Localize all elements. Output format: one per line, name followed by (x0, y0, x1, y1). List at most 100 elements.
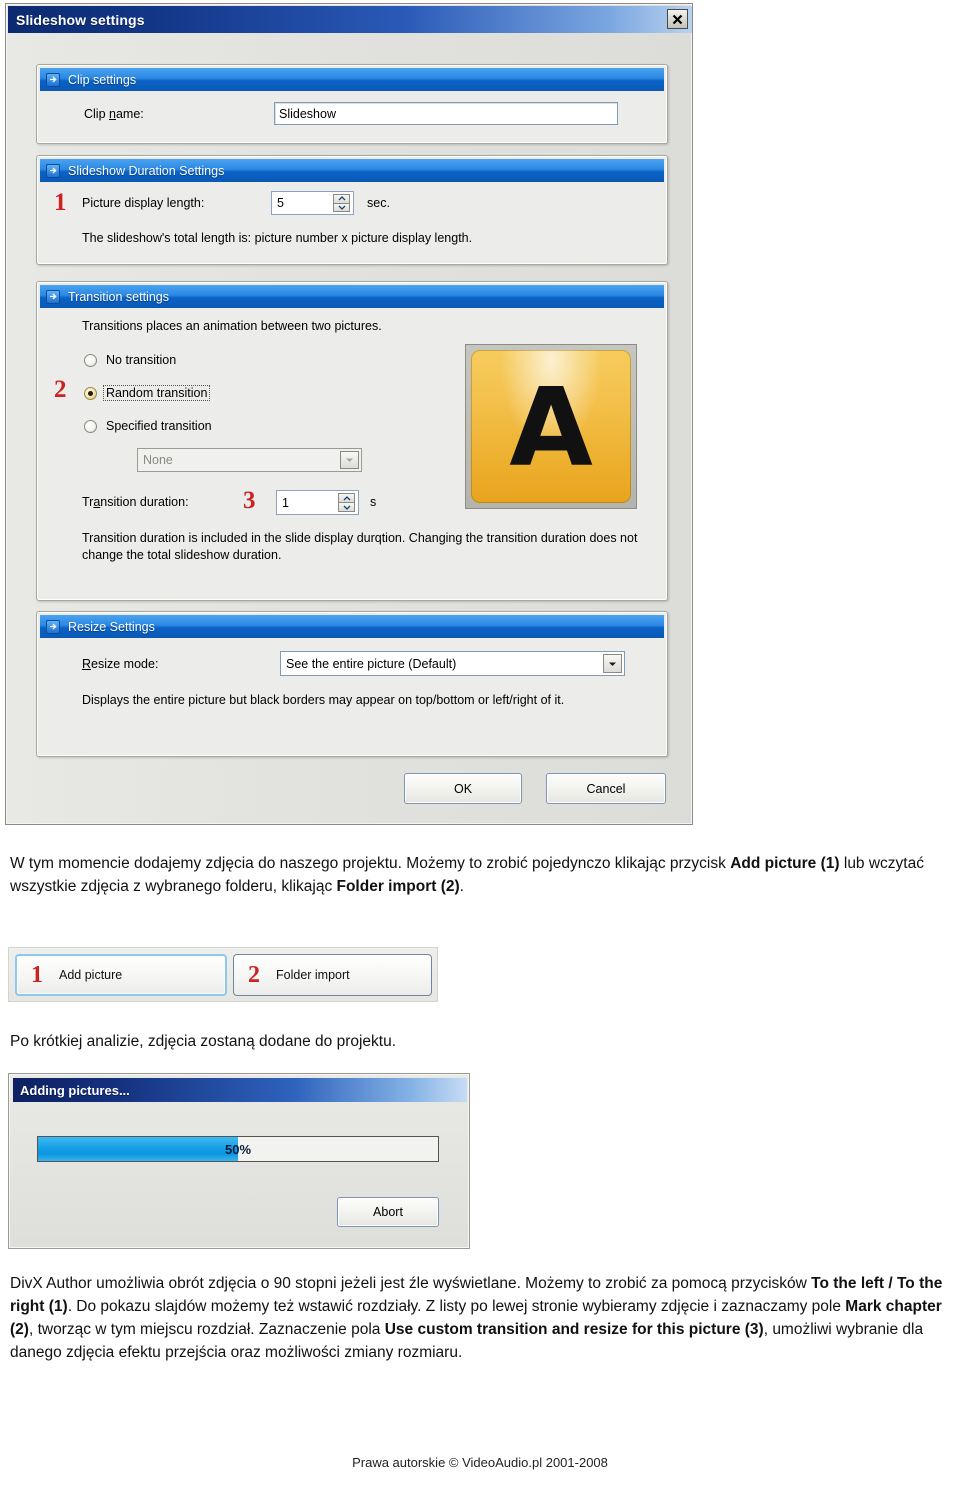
marker-2: 2 (54, 376, 67, 403)
ok-button[interactable]: OK (404, 773, 522, 804)
arrow-right-glyph (49, 167, 57, 174)
transition-duration-value[interactable]: 1 (277, 491, 338, 514)
cancel-button[interactable]: Cancel (546, 773, 666, 804)
group-clip-settings: Clip settings Clip name: Slideshow (36, 64, 668, 144)
radio-label-random-transition: Random transition (103, 385, 211, 401)
p1-part1: W tym momencie dodajemy zdjęcia do nasze… (10, 855, 731, 872)
group-content-duration: 1 Picture display length: 5 sec. The sli… (40, 182, 664, 261)
p1-bold2: Folder import (2) (336, 878, 460, 895)
arrow-right-icon (46, 619, 60, 634)
paragraph-rotate-chapters: DivX Author umożliwia obrót zdjęcia o 90… (10, 1272, 955, 1364)
group-content-clip: Clip name: Slideshow (40, 91, 664, 140)
group-label-duration: Slideshow Duration Settings (68, 163, 225, 178)
transition-intro: Transitions places an animation between … (82, 319, 382, 333)
progress-title: Adding pictures... (20, 1082, 130, 1098)
p3-bold3: Use custom transition and resize for thi… (384, 1321, 764, 1338)
radio-no-transition[interactable]: No transition (84, 352, 179, 368)
progress-percent: 50% (224, 1141, 252, 1157)
add-picture-toolbar: 1 Add picture 2 Folder import (8, 947, 438, 1002)
radio-dot (88, 390, 93, 396)
dialog-title: Slideshow settings (16, 11, 145, 28)
stepper-down-icon[interactable] (333, 202, 350, 212)
transition-note: Transition duration is included in the s… (82, 531, 638, 562)
radio-random-transition[interactable]: Random transition (84, 385, 211, 401)
group-content-resize: Resize mode: See the entire picture (Def… (40, 638, 664, 753)
transition-duration-unit: s (370, 495, 377, 509)
slideshow-settings-dialog: Slideshow settings Clip settings Clip na… (5, 3, 693, 825)
arrow-right-icon (46, 163, 60, 178)
paragraph-analysis: Po krótkiej analizie, zdjęcia zostaną do… (10, 1033, 397, 1050)
group-label-transition: Transition settings (68, 289, 169, 304)
group-content-transition: Transitions places an animation between … (40, 308, 664, 597)
radio-specified-transition[interactable]: Specified transition (84, 418, 215, 434)
transition-type-select[interactable]: None (137, 448, 362, 472)
group-transition-settings: Transition settings Transitions places a… (36, 281, 668, 601)
clip-name-input[interactable]: Slideshow (274, 102, 618, 125)
resize-mode-select[interactable]: See the entire picture (Default) (280, 651, 625, 676)
arrow-right-glyph (49, 623, 57, 630)
group-label-clip: Clip settings (68, 72, 137, 87)
add-picture-label: Add picture (59, 968, 123, 982)
group-label-resize: Resize Settings (68, 619, 155, 634)
chevron-down-glyph (609, 662, 616, 666)
p3-part2: . Do pokazu slajdów możemy też wstawić r… (67, 1298, 846, 1315)
page-root: Slideshow settings Clip settings Clip na… (0, 0, 960, 1485)
footer-copyright: Prawa autorskie © VideoAudio.pl 2001-200… (352, 1455, 608, 1470)
picture-display-length-value[interactable]: 5 (272, 192, 333, 214)
radio-label-no-transition: No transition (106, 353, 177, 367)
progress-bar: 50% (37, 1136, 439, 1162)
group-header-duration: Slideshow Duration Settings (40, 159, 664, 182)
abort-button[interactable]: Abort (337, 1197, 439, 1227)
resize-mode-value: See the entire picture (Default) (286, 656, 457, 671)
duration-note: The slideshow's total length is: picture… (82, 231, 473, 245)
adding-pictures-dialog: Adding pictures... 50% Abort (8, 1073, 470, 1249)
picture-display-length-stepper[interactable]: 5 (271, 191, 354, 215)
transition-duration-stepper[interactable]: 1 (276, 490, 359, 515)
group-duration-settings: Slideshow Duration Settings 1 Picture di… (36, 155, 668, 265)
p3-part3: , tworząc w tym miejscu rozdział. Zaznac… (28, 1321, 385, 1338)
preview-letter: A (509, 366, 593, 492)
stepper-up-icon[interactable] (338, 493, 355, 502)
group-header-clip: Clip settings (40, 68, 664, 91)
transition-preview-thumbnail: A (465, 344, 637, 509)
chevron-up-glyph (343, 495, 350, 500)
p3-part1: DivX Author umożliwia obrót zdjęcia o 90… (10, 1275, 812, 1292)
arrow-right-glyph (49, 293, 57, 300)
clip-name-label: Clip name: (84, 107, 144, 121)
p1-bold1: Add picture (1) (730, 855, 840, 872)
stepper-up-icon[interactable] (333, 194, 350, 203)
chevron-down-glyph (338, 205, 345, 210)
chevron-down-glyph (346, 458, 353, 462)
radio-icon-unchecked[interactable] (84, 419, 97, 433)
preview-letter-tile: A (471, 350, 631, 503)
add-picture-button[interactable]: 1 Add picture (15, 954, 227, 996)
arrow-right-icon (46, 289, 60, 304)
radio-label-specified-transition: Specified transition (106, 419, 212, 433)
group-resize-settings: Resize Settings Resize mode: See the ent… (36, 611, 668, 757)
stepper-buttons[interactable] (333, 194, 350, 212)
p1-part3: . (459, 878, 464, 895)
close-icon[interactable] (667, 9, 688, 29)
folder-import-label: Folder import (276, 968, 350, 982)
group-header-resize: Resize Settings (40, 615, 664, 638)
dialog-titlebar[interactable]: Slideshow settings (8, 6, 692, 33)
dialog-body: Clip settings Clip name: Slideshow Slide… (8, 33, 692, 822)
resize-mode-label: Resize mode: (82, 657, 159, 671)
marker-3: 3 (243, 487, 256, 514)
group-header-transition: Transition settings (40, 285, 664, 308)
stepper-buttons[interactable] (338, 493, 355, 512)
chevron-down-icon[interactable] (340, 451, 359, 469)
paragraph-add-pictures: W tym momencie dodajemy zdjęcia do nasze… (10, 852, 955, 898)
seconds-unit-label: sec. (367, 196, 390, 210)
folder-import-button[interactable]: 2 Folder import (233, 954, 432, 996)
radio-icon-unchecked[interactable] (84, 353, 97, 367)
transition-duration-label: Transition duration: (82, 495, 189, 509)
marker-1: 1 (54, 189, 67, 216)
transition-type-value: None (143, 453, 173, 467)
arrow-right-glyph (49, 76, 57, 83)
stepper-down-icon[interactable] (338, 502, 355, 512)
progress-titlebar: Adding pictures... (13, 1078, 467, 1102)
radio-icon-checked[interactable] (84, 386, 97, 400)
chevron-down-icon[interactable] (603, 654, 622, 673)
marker-2: 2 (248, 962, 260, 988)
